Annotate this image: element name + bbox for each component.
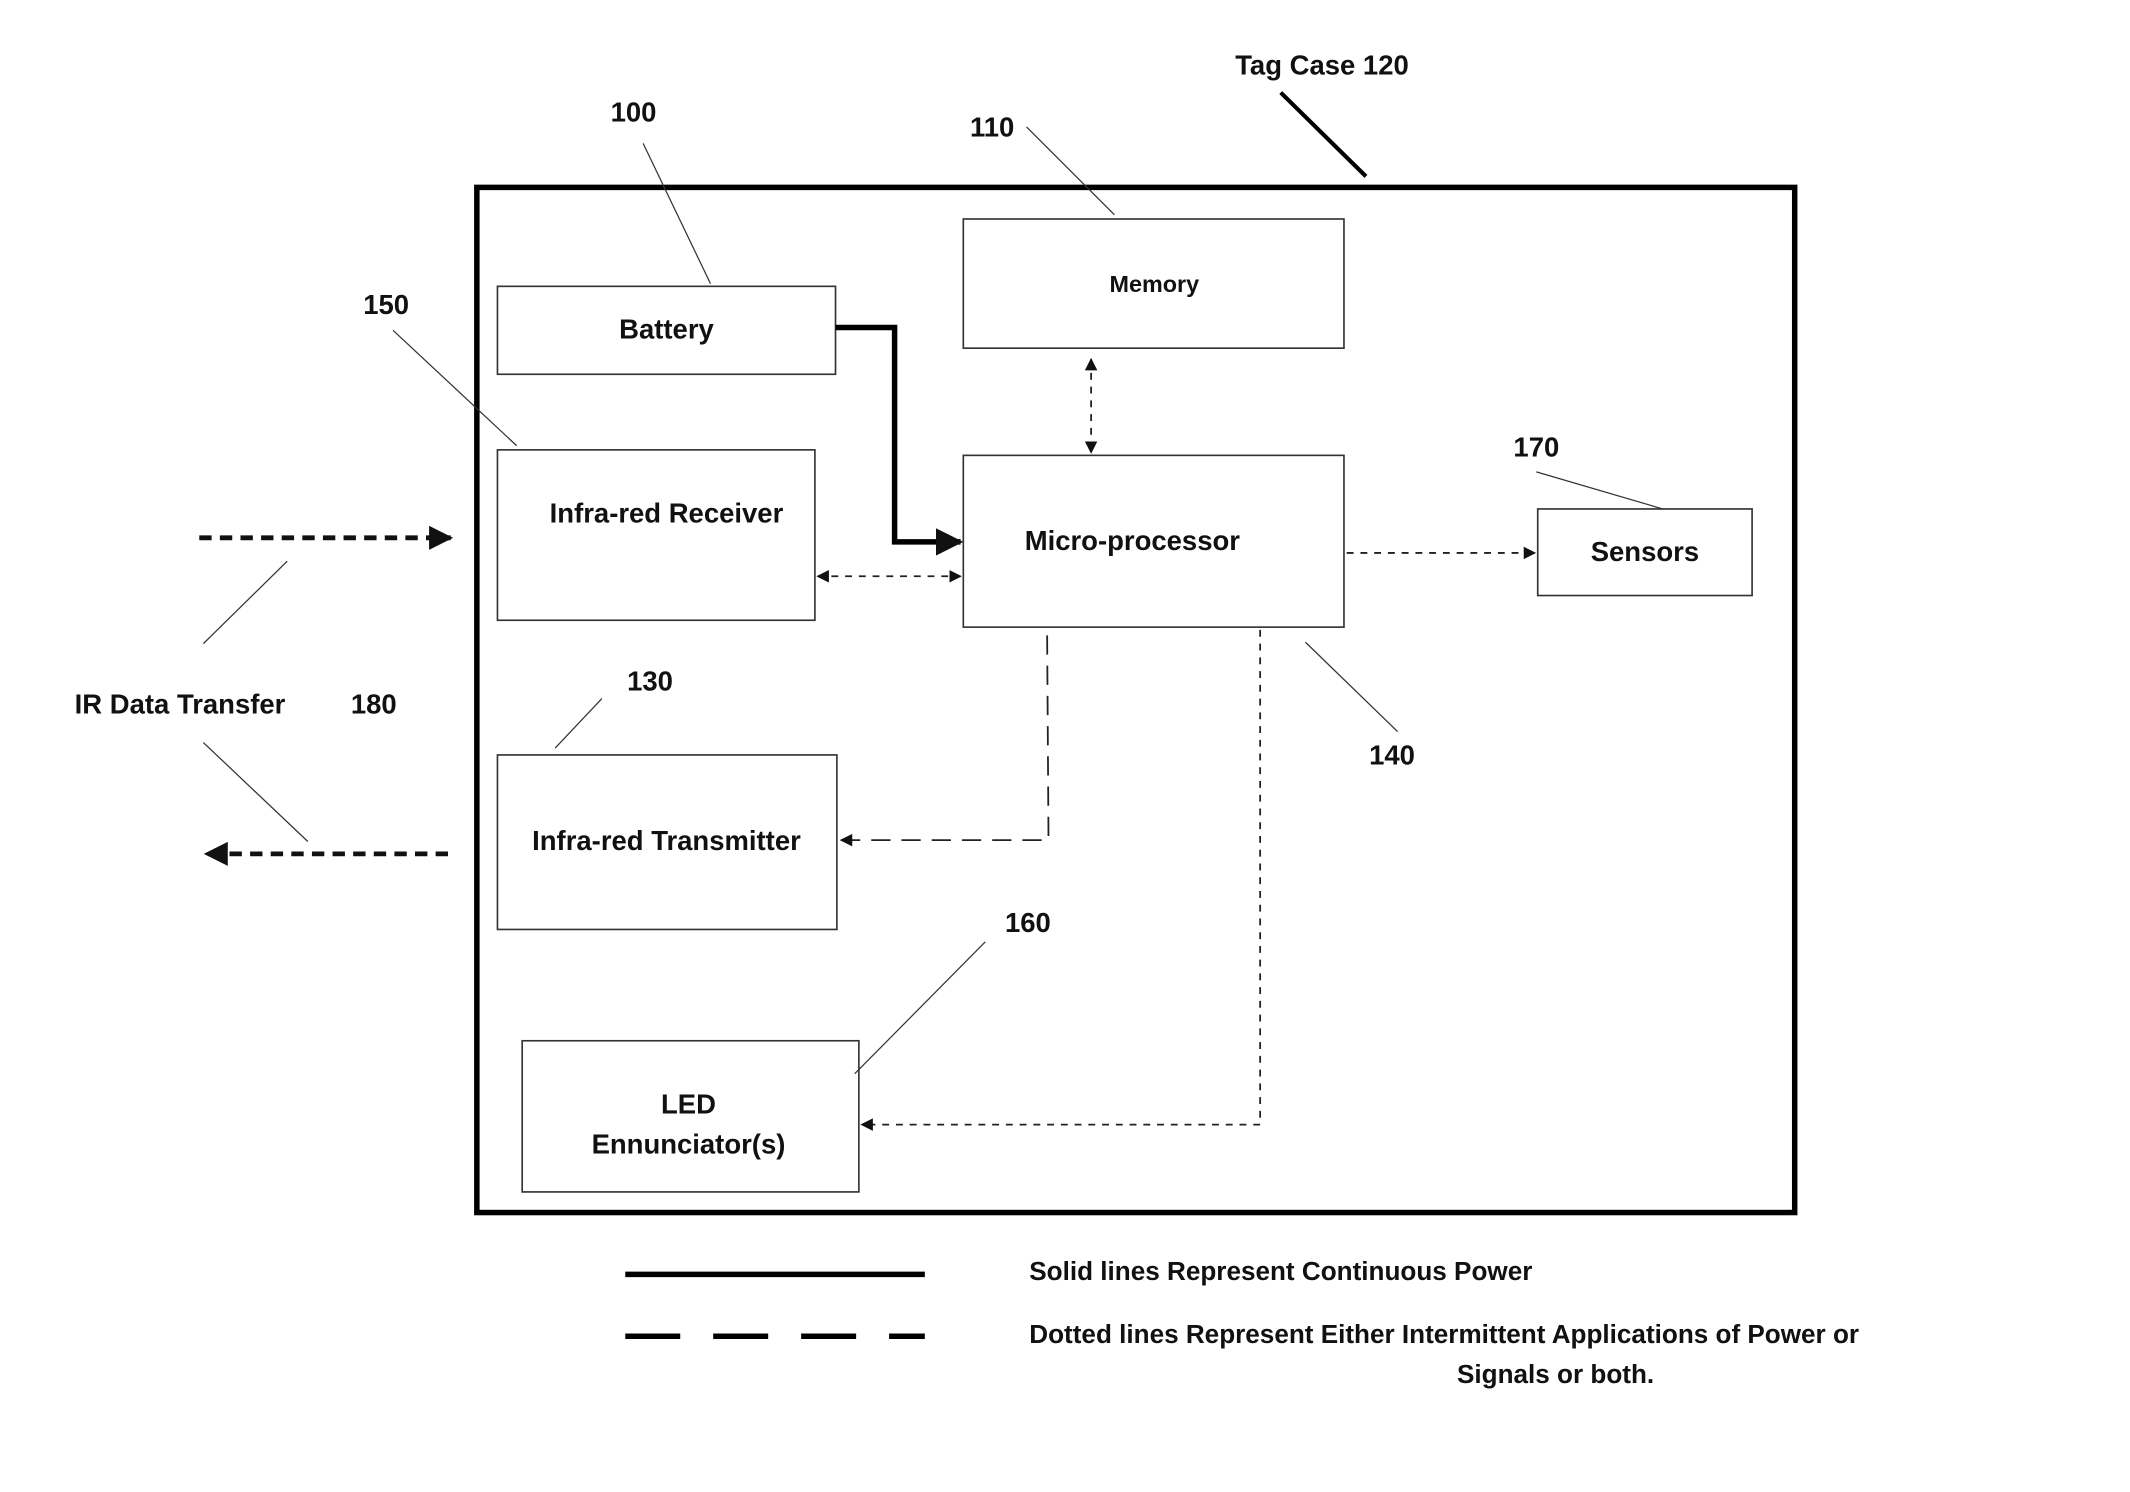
memory-leader <box>1026 126 1115 216</box>
memory-block: Memory 110 <box>962 112 1345 349</box>
led-label-line2: Ennunciator(s) <box>592 1128 786 1159</box>
sensors-leader <box>1536 471 1663 510</box>
memory-ref: 110 <box>970 112 1014 143</box>
battery-leader <box>642 143 712 284</box>
ir-receiver-ref: 150 <box>363 289 409 320</box>
microprocessor-led-link <box>860 629 1262 1131</box>
legend-dashed-text-line1: Dotted lines Represent Either Intermitte… <box>1029 1319 1859 1349</box>
led-ref: 160 <box>1005 907 1051 938</box>
battery-label: Battery <box>619 314 714 345</box>
ir-transfer-ref: 180 <box>351 689 397 720</box>
microprocessor-block: Micro-processor 140 <box>962 454 1415 771</box>
microprocessor-leader <box>1305 641 1398 733</box>
led-block: LED Ennunciator(s) 160 <box>521 907 1051 1193</box>
ir-receiver-label: Infra-red Receiver <box>550 498 784 529</box>
ir-transfer-label: IR Data Transfer <box>75 689 286 720</box>
ir-transmitter-block: Infra-red Transmitter 130 <box>496 665 838 931</box>
ir-incoming-leader <box>202 560 288 645</box>
led-leader <box>854 941 986 1075</box>
sensors-label: Sensors <box>1591 536 1699 567</box>
battery-ref: 100 <box>611 96 657 127</box>
battery-to-microprocessor-power <box>835 324 964 556</box>
ir-transmitter-label: Infra-red Transmitter <box>532 825 801 856</box>
legend: Solid lines Represent Continuous Power D… <box>625 1256 1859 1389</box>
legend-dashed-text-line2: Signals or both. <box>1457 1359 1654 1389</box>
sensors-ref: 170 <box>1513 432 1559 463</box>
tag-case-leader <box>1279 91 1368 178</box>
battery-block: Battery 100 <box>496 96 837 376</box>
memory-label: Memory <box>1110 271 1200 297</box>
ir-data-transfer: IR Data Transfer 180 <box>75 525 454 866</box>
microprocessor-transmitter-link <box>839 635 1050 847</box>
ir-outgoing-leader <box>202 742 309 842</box>
microprocessor-label: Micro-processor <box>1025 525 1241 556</box>
led-label-line1: LED <box>661 1089 716 1120</box>
ir-transmitter-ref: 130 <box>627 665 673 696</box>
tag-case-label: Tag Case 120 <box>1235 50 1409 81</box>
sensors-block: Sensors 170 <box>1513 432 1753 597</box>
ir-transmitter-leader <box>554 698 603 749</box>
legend-solid-text: Solid lines Represent Continuous Power <box>1029 1256 1532 1286</box>
microprocessor-ref: 140 <box>1369 740 1415 771</box>
block-diagram: Tag Case 120 Battery 100 Memory 110 Micr… <box>75 50 1859 1389</box>
